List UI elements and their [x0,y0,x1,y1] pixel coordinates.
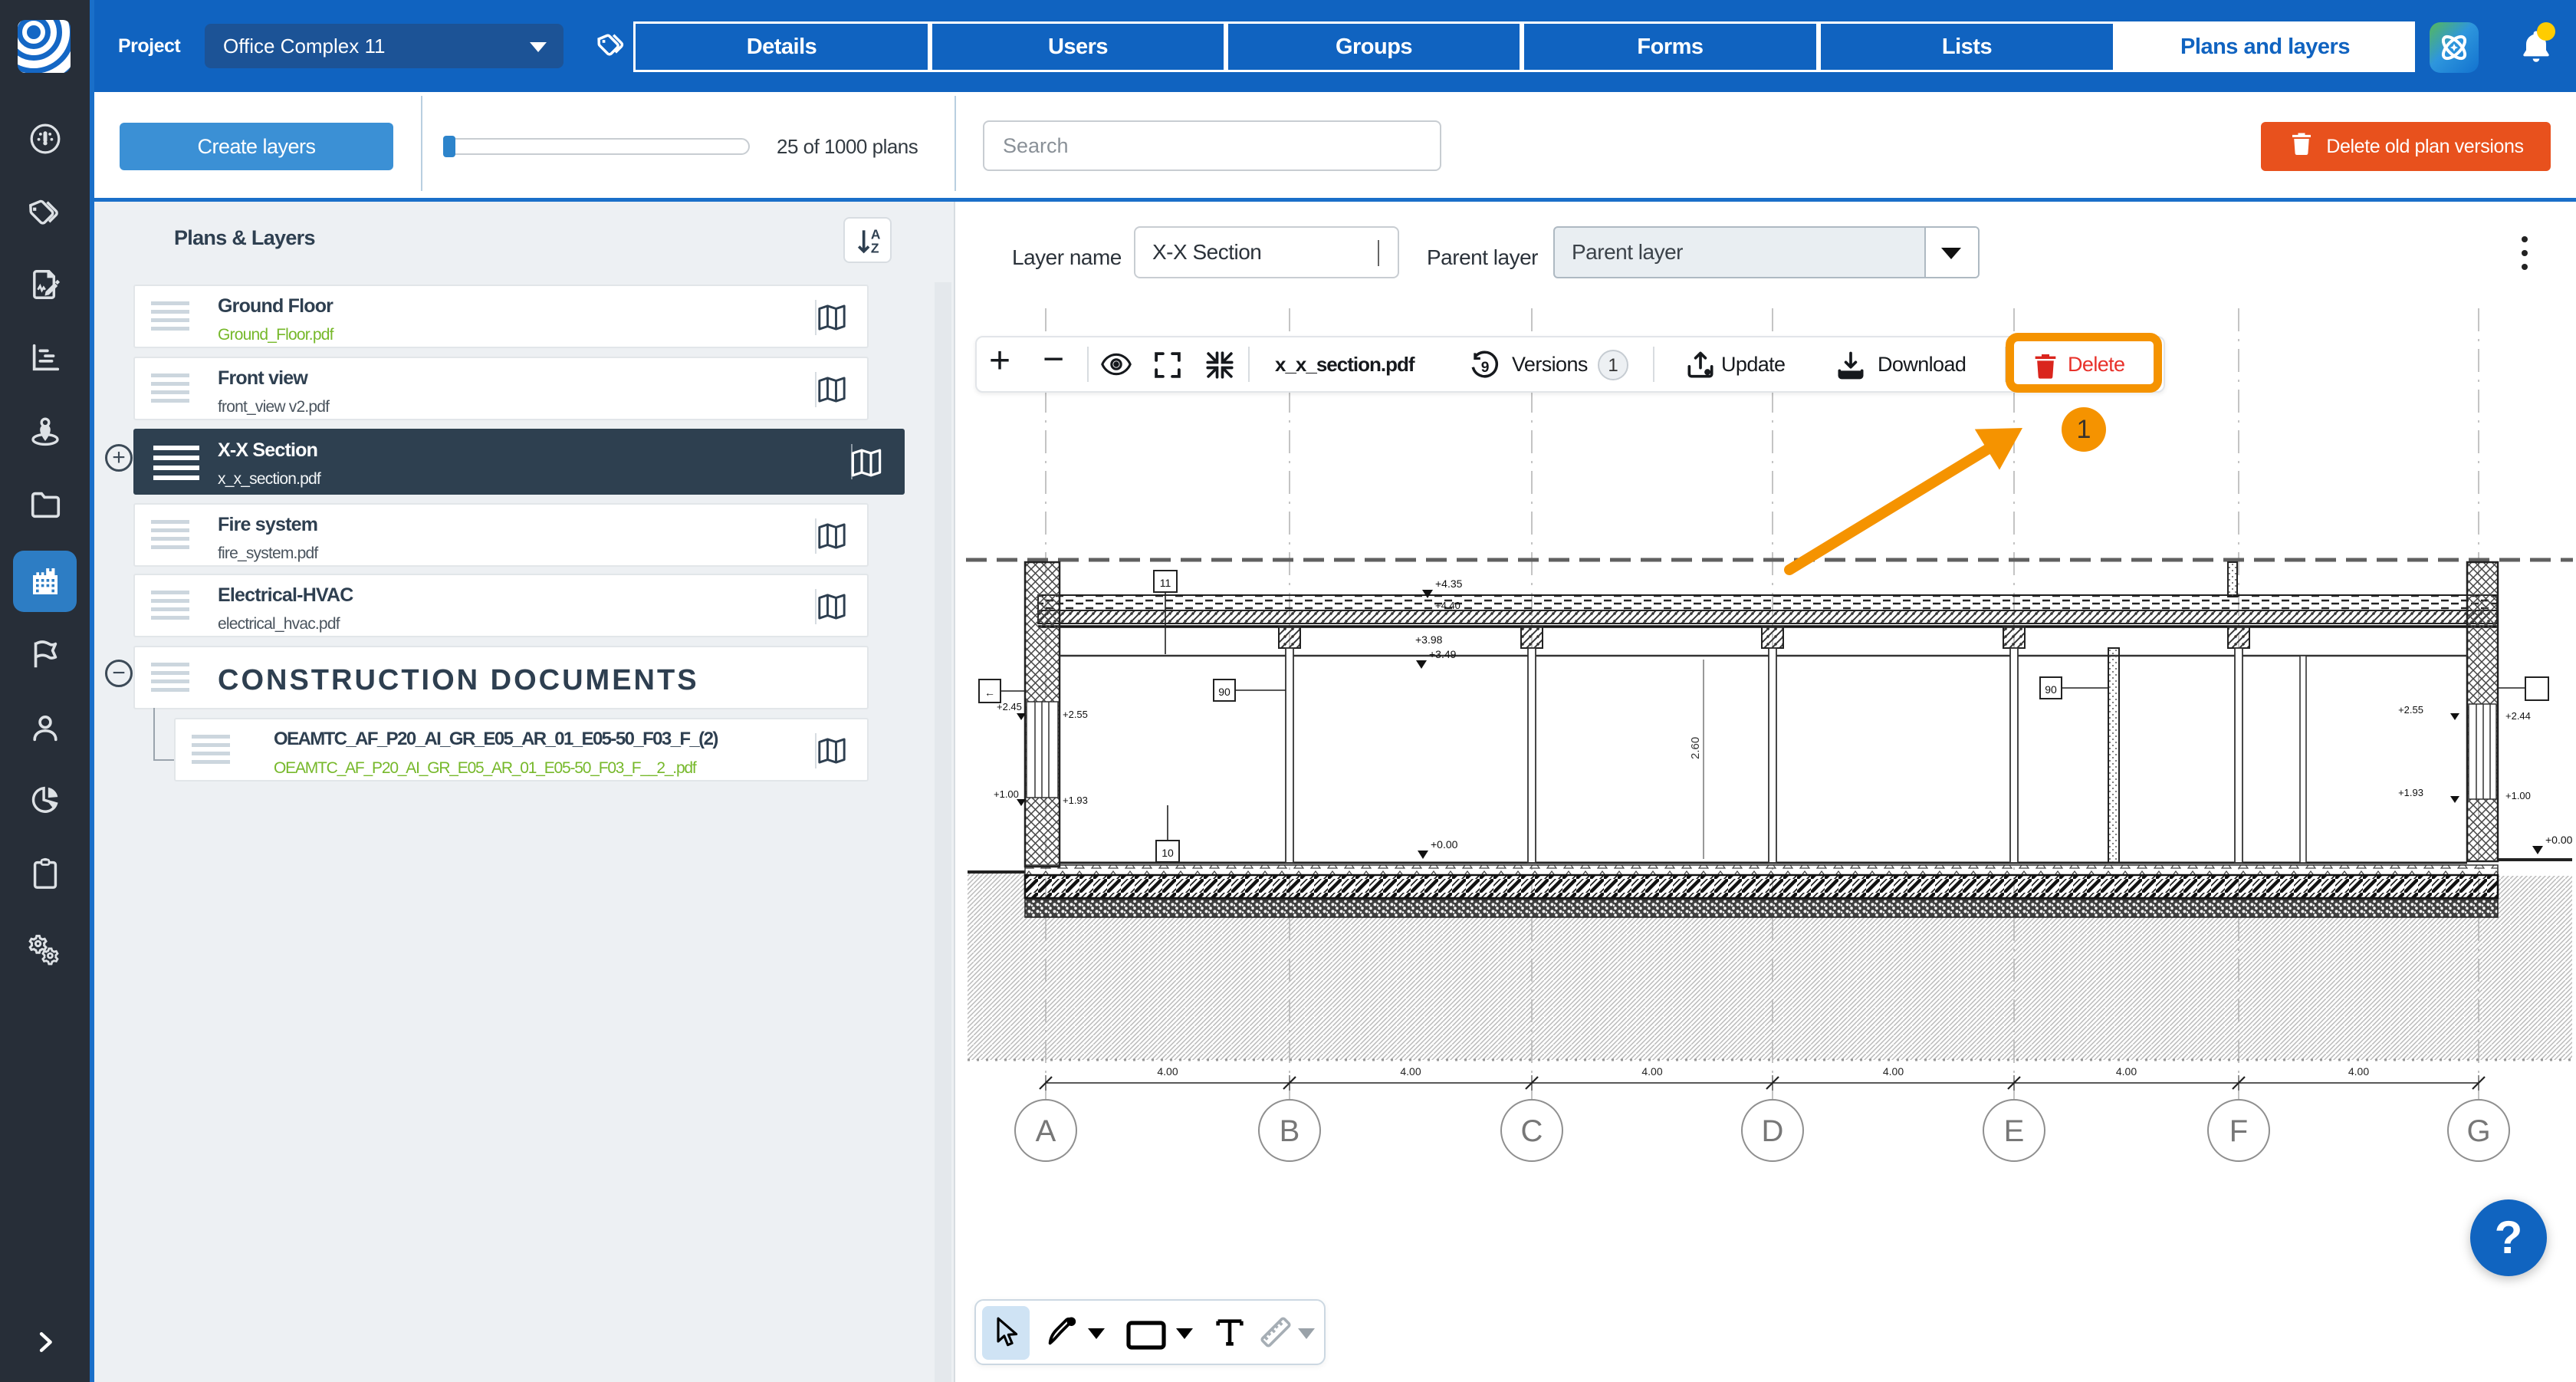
svg-text:E: E [2004,1114,2025,1148]
svg-text:4.00: 4.00 [1400,1065,1421,1078]
svg-text:+3.98: +3.98 [1415,633,1443,646]
svg-text:4.00: 4.00 [2348,1065,2369,1078]
svg-text:+2.44: +2.44 [2505,710,2531,722]
svg-text:+1.93: +1.93 [2398,787,2423,798]
svg-text:D: D [1762,1114,1784,1148]
svg-text:+3.49: +3.49 [1429,648,1457,660]
svg-text:+0.00: +0.00 [2545,834,2573,846]
svg-text:10: 10 [1162,847,1174,859]
svg-text:←: ← [984,686,995,699]
svg-text:11: 11 [1160,577,1171,589]
svg-text:Z: Z [871,241,879,256]
svg-text:4.00: 4.00 [2116,1065,2137,1078]
svg-text:2.60: 2.60 [1689,737,1702,759]
svg-text:+0.00: +0.00 [1431,838,1458,851]
svg-text:+1.93: +1.93 [1063,795,1088,806]
svg-text:+4.40: +4.40 [1435,600,1460,611]
svg-text:B: B [1280,1114,1300,1148]
svg-text:4.00: 4.00 [1883,1065,1904,1078]
svg-text:+1.00: +1.00 [994,788,1019,800]
svg-text:A: A [871,226,881,242]
svg-text:A: A [1036,1114,1056,1148]
svg-text:G: G [2466,1114,2490,1148]
svg-text:+1.00: +1.00 [2505,790,2531,801]
svg-text:4.00: 4.00 [1157,1065,1178,1078]
svg-text:9: 9 [1481,360,1490,376]
svg-text:90: 90 [2045,683,2057,696]
svg-text:90: 90 [1218,686,1230,698]
svg-text:C: C [1521,1114,1543,1148]
svg-text:4.00: 4.00 [1641,1065,1662,1078]
svg-text:+2.45: +2.45 [997,701,1022,712]
svg-text:+2.55: +2.55 [2398,704,2423,716]
svg-text:+2.55: +2.55 [1063,709,1088,720]
svg-text:F: F [2229,1114,2248,1148]
svg-text:+4.35: +4.35 [1435,577,1463,590]
